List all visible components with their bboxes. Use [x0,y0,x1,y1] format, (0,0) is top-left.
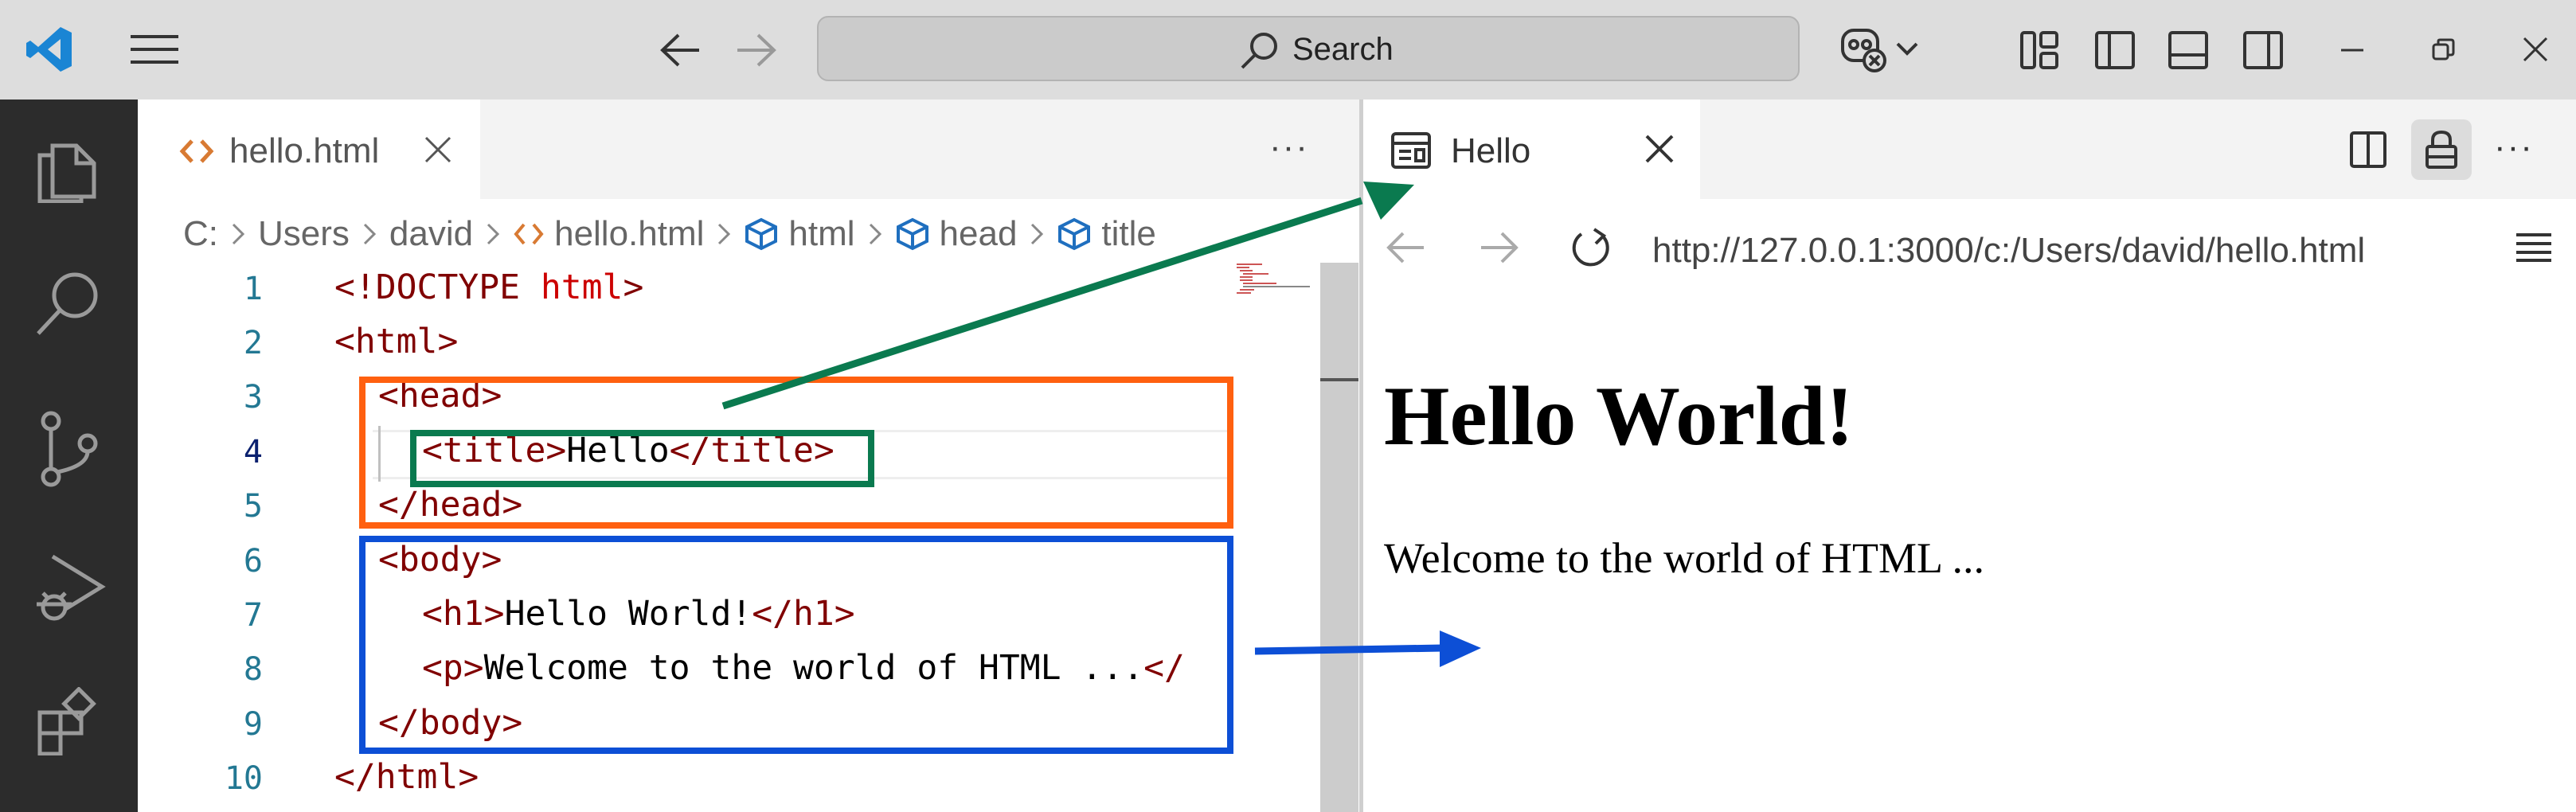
annotation-arrows [721,182,1481,667]
title-to-tab-arrow [721,197,1363,410]
body-arrow-head [1440,630,1481,667]
title-arrow-head [1363,182,1414,220]
body-to-page-arrow [1254,644,1444,655]
